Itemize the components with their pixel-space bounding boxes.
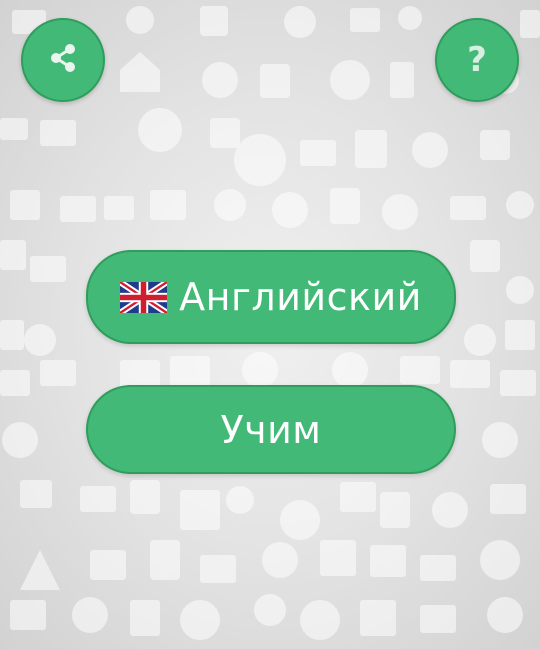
language-button[interactable]: Английский xyxy=(86,250,456,344)
share-icon xyxy=(47,42,79,78)
help-icon: ? xyxy=(467,40,487,80)
help-button[interactable]: ? xyxy=(435,18,519,102)
uk-flag-icon xyxy=(120,281,168,313)
share-button[interactable] xyxy=(21,18,105,102)
learn-button[interactable]: Учим xyxy=(86,385,456,474)
language-label: Английский xyxy=(179,275,422,319)
learn-label: Учим xyxy=(220,407,322,452)
